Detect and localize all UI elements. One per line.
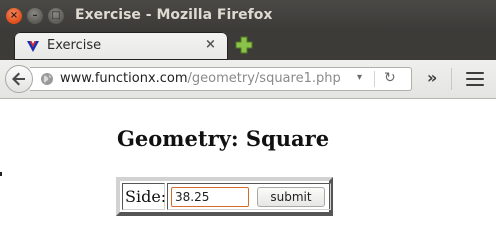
tab-exercise[interactable]: Exercise × xyxy=(14,32,228,60)
square-form: Side: submit xyxy=(116,177,333,216)
globe-icon xyxy=(41,73,53,85)
side-label-cell: Side: xyxy=(122,183,167,210)
window-minimize-button[interactable]: – xyxy=(27,8,43,24)
url-path: /geometry/square1.php xyxy=(187,71,341,86)
tab-close-icon[interactable]: × xyxy=(205,37,216,52)
url-divider xyxy=(374,71,375,87)
side-input-cell: submit xyxy=(167,183,331,210)
url-bar[interactable]: www.functionx.com/geometry/square1.php ▾… xyxy=(30,67,412,91)
side-label: Side: xyxy=(125,187,167,206)
overflow-chevron-icon[interactable]: » xyxy=(427,68,437,87)
window-title: Exercise - Mozilla Firefox xyxy=(75,7,273,23)
window-titlebar: × – □ Exercise - Mozilla Firefox xyxy=(0,0,496,32)
toolbar-divider xyxy=(451,68,452,90)
url-text[interactable]: www.functionx.com/geometry/square1.php xyxy=(60,71,341,86)
page-title: Geometry: Square xyxy=(117,126,330,151)
hamburger-icon[interactable] xyxy=(466,72,484,86)
window-close-button[interactable]: × xyxy=(6,8,22,24)
history-dropdown-icon[interactable]: ▾ xyxy=(357,72,362,83)
side-input[interactable] xyxy=(171,187,249,207)
navigation-toolbar: www.functionx.com/geometry/square1.php ▾… xyxy=(0,60,496,99)
reload-icon[interactable]: ↻ xyxy=(384,70,396,86)
tab-label: Exercise xyxy=(47,38,102,53)
functionx-v-icon xyxy=(27,41,39,52)
window-maximize-button[interactable]: □ xyxy=(48,8,64,24)
plus-icon[interactable] xyxy=(235,36,253,54)
url-host: www.functionx.com xyxy=(60,71,188,86)
back-arrow-icon xyxy=(12,72,25,86)
submit-button[interactable]: submit xyxy=(257,187,325,207)
back-button[interactable] xyxy=(5,65,33,93)
cursor-mark xyxy=(0,172,2,176)
